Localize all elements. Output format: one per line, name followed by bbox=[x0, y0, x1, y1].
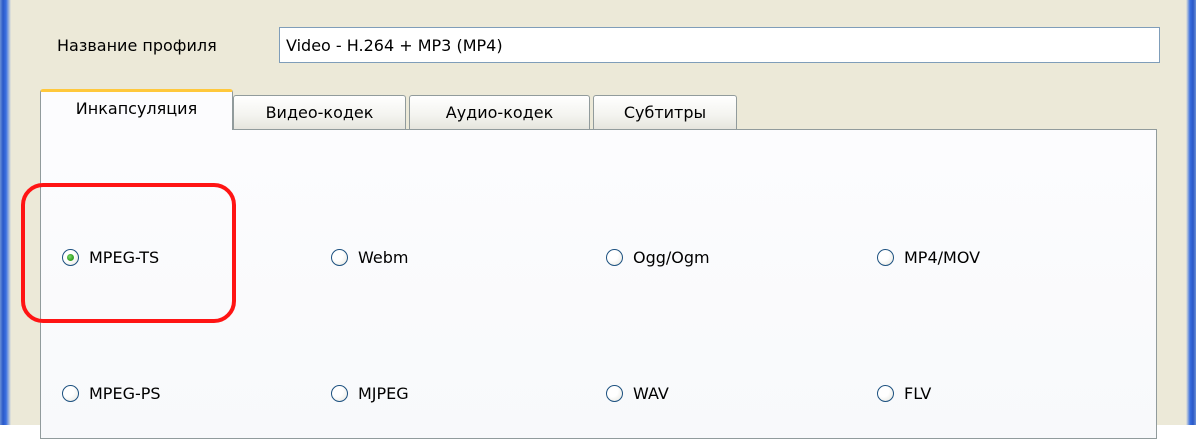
radio-button-icon[interactable] bbox=[877, 248, 894, 266]
encapsulation-panel bbox=[40, 129, 1157, 439]
tab-video-codec[interactable]: Видео-кодек bbox=[233, 95, 406, 129]
radio-mpeg-ps[interactable]: MPEG-PS bbox=[62, 381, 161, 405]
profile-name-label: Название профиля bbox=[57, 36, 217, 55]
tab-subtitles[interactable]: Субтитры bbox=[593, 95, 737, 129]
radio-mjpeg[interactable]: MJPEG bbox=[331, 381, 409, 405]
window-left-border bbox=[0, 0, 11, 425]
radio-button-icon[interactable] bbox=[606, 384, 623, 402]
radio-wav[interactable]: WAV bbox=[606, 381, 669, 405]
radio-label: WAV bbox=[633, 383, 669, 403]
radio-button-icon[interactable] bbox=[606, 248, 623, 266]
radio-label: MPEG-PS bbox=[89, 383, 161, 403]
dialog-window: Название профиля Инкапсуляция Видео-коде… bbox=[0, 0, 1196, 439]
radio-button-icon[interactable] bbox=[331, 248, 348, 266]
radio-label: Webm bbox=[358, 247, 409, 267]
radio-button-icon[interactable] bbox=[331, 384, 348, 402]
radio-label: FLV bbox=[904, 383, 932, 403]
radio-label: MPEG-TS bbox=[89, 247, 160, 267]
radio-mp4-mov[interactable]: MP4/MOV bbox=[877, 245, 980, 269]
radio-button-icon[interactable] bbox=[877, 384, 894, 402]
radio-ogg-ogm[interactable]: Ogg/Ogm bbox=[606, 245, 710, 269]
radio-label: MP4/MOV bbox=[904, 247, 981, 267]
radio-button-checked-icon[interactable] bbox=[62, 248, 79, 266]
radio-button-icon[interactable] bbox=[62, 384, 79, 402]
radio-mpeg-ts[interactable]: MPEG-TS bbox=[62, 245, 159, 269]
tab-encapsulation[interactable]: Инкапсуляция bbox=[40, 89, 233, 130]
radio-flv[interactable]: FLV bbox=[877, 381, 931, 405]
tab-audio-codec[interactable]: Аудио-кодек bbox=[409, 95, 590, 129]
radio-label: Ogg/Ogm bbox=[633, 247, 710, 267]
profile-name-input[interactable] bbox=[279, 27, 1160, 63]
radio-label: MJPEG bbox=[358, 383, 409, 403]
window-right-border bbox=[1186, 0, 1196, 425]
radio-webm[interactable]: Webm bbox=[331, 245, 408, 269]
